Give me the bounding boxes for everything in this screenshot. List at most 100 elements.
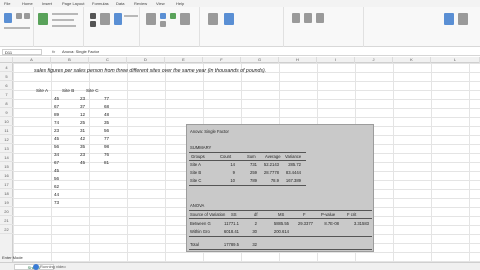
site-b-cell: 25 bbox=[80, 120, 86, 125]
site-a-cell: 67 bbox=[54, 104, 60, 109]
row-header[interactable]: 13 bbox=[0, 144, 13, 153]
row-header[interactable]: 18 bbox=[0, 189, 13, 198]
anova-header-p-value: P-value bbox=[321, 212, 336, 217]
tab-home[interactable]: Home bbox=[22, 1, 33, 6]
anova-ms: 5885.55 bbox=[273, 221, 289, 226]
anova-body-rule bbox=[189, 236, 372, 237]
text-to-columns-icon[interactable] bbox=[146, 13, 156, 25]
formula-bar: D11 fx Anova: Single Factor bbox=[0, 48, 480, 56]
tab-view[interactable]: View bbox=[156, 1, 165, 6]
anova-header-f-crit: F crit bbox=[347, 212, 357, 217]
ribbon-group-get-data bbox=[0, 7, 34, 47]
tab-page-layout[interactable]: Page Layout bbox=[62, 1, 84, 6]
anova-source: Within Gro bbox=[190, 229, 210, 234]
ribbon-group-forecast bbox=[200, 7, 284, 47]
solver-icon[interactable] bbox=[458, 13, 468, 25]
site-c-cell: 68 bbox=[104, 104, 110, 109]
group-icon[interactable] bbox=[292, 13, 300, 23]
ribbon bbox=[0, 7, 480, 47]
tab-data[interactable]: Data bbox=[116, 1, 124, 6]
fx-icon[interactable]: fx bbox=[52, 49, 55, 54]
get-data-icon[interactable] bbox=[4, 13, 12, 23]
site-b-cell: 42 bbox=[80, 136, 86, 141]
intro-text: sales figures per sales person from thre… bbox=[34, 68, 267, 74]
subtotal-icon[interactable] bbox=[316, 13, 324, 23]
row-header[interactable]: 17 bbox=[0, 180, 13, 189]
site-b-cell: 35 bbox=[80, 144, 86, 149]
sort-az-icon[interactable] bbox=[90, 13, 96, 19]
summary-header-sum: Sum bbox=[247, 154, 256, 159]
row-header[interactable]: 15 bbox=[0, 162, 13, 171]
summary-count: 10 bbox=[230, 178, 235, 183]
anova-bottom-rule bbox=[189, 249, 372, 250]
forecast-sheet-icon[interactable] bbox=[224, 13, 234, 25]
anova-header-ss: SS bbox=[231, 212, 237, 217]
row-header[interactable]: 7 bbox=[0, 90, 13, 99]
remove-duplicates-icon[interactable] bbox=[160, 21, 166, 27]
consolidate-icon[interactable] bbox=[180, 13, 190, 25]
row-header[interactable]: 12 bbox=[0, 135, 13, 144]
summary-variance: 83.4444 bbox=[285, 170, 301, 175]
data-analysis-icon[interactable] bbox=[444, 13, 454, 25]
summary-top-rule bbox=[189, 152, 306, 153]
row-header[interactable]: 11 bbox=[0, 126, 13, 135]
summary-variance: 167.389 bbox=[285, 178, 301, 183]
site-a-cell: 34 bbox=[54, 152, 60, 157]
formula-input[interactable]: Anova: Single Factor bbox=[62, 49, 472, 55]
clear-line bbox=[124, 15, 138, 17]
ungroup-icon[interactable] bbox=[304, 13, 312, 23]
tab-insert[interactable]: Insert bbox=[42, 1, 52, 6]
site-c-cell: 35 bbox=[104, 120, 110, 125]
row-header[interactable]: 9 bbox=[0, 108, 13, 117]
header-site-a: Site A bbox=[36, 88, 49, 93]
play-icon[interactable] bbox=[33, 264, 39, 270]
row-header[interactable]: 19 bbox=[0, 198, 13, 207]
what-if-icon[interactable] bbox=[208, 13, 218, 25]
properties-line bbox=[52, 19, 74, 21]
row-header[interactable]: 16 bbox=[0, 171, 13, 180]
summary-group: Site B bbox=[190, 170, 202, 175]
ribbon-tab-strip: File Home Insert Page Layout Formulas Da… bbox=[0, 0, 480, 7]
summary-sum: 789 bbox=[250, 178, 257, 183]
site-a-cell: 89 bbox=[54, 112, 60, 117]
status-text: Enter Mode bbox=[2, 255, 23, 260]
edit-links-line bbox=[52, 25, 76, 27]
row-header[interactable]: 22 bbox=[0, 225, 13, 234]
tab-review[interactable]: Review bbox=[134, 1, 147, 6]
anova-output[interactable]: Anova: Single Factor SUMMARY Groups Coun… bbox=[186, 124, 374, 252]
site-a-cell: 74 bbox=[54, 120, 60, 125]
anova-header-df: df bbox=[254, 212, 258, 217]
anova-f-crit: 3.31583 bbox=[353, 221, 369, 226]
row-header[interactable]: 21 bbox=[0, 216, 13, 225]
filter-icon[interactable] bbox=[114, 13, 122, 25]
tab-file[interactable]: File bbox=[4, 1, 10, 6]
name-box[interactable]: D11 bbox=[2, 49, 42, 55]
video-label: Running video bbox=[40, 264, 66, 269]
anova-total-df: 32 bbox=[252, 242, 257, 247]
row-header[interactable]: 20 bbox=[0, 207, 13, 216]
ribbon-group-analysis bbox=[364, 7, 480, 47]
site-b-cell: 23 bbox=[80, 152, 86, 157]
row-header[interactable]: 14 bbox=[0, 153, 13, 162]
site-b-cell: 12 bbox=[80, 112, 86, 117]
flash-fill-icon[interactable] bbox=[160, 13, 166, 19]
row-header[interactable]: 6 bbox=[0, 81, 13, 90]
site-b-cell: 45 bbox=[80, 160, 86, 165]
site-a-cell: 73 bbox=[54, 200, 60, 205]
summary-label: SUMMARY bbox=[190, 145, 212, 150]
from-web-icon[interactable] bbox=[24, 13, 30, 19]
tab-formulas[interactable]: Formulas bbox=[92, 1, 109, 6]
row-header[interactable]: 8 bbox=[0, 99, 13, 108]
ribbon-group-sort-filter bbox=[84, 7, 140, 47]
summary-sum: 259 bbox=[250, 170, 257, 175]
row-header[interactable]: 4 bbox=[0, 63, 13, 72]
sort-za-icon[interactable] bbox=[90, 21, 96, 27]
from-text-icon[interactable] bbox=[16, 13, 22, 19]
row-header[interactable]: 5 bbox=[0, 72, 13, 81]
tab-help[interactable]: Help bbox=[176, 1, 184, 6]
refresh-all-icon[interactable] bbox=[38, 13, 48, 25]
row-header[interactable]: 10 bbox=[0, 117, 13, 126]
site-a-cell: 45 bbox=[54, 136, 60, 141]
sort-icon[interactable] bbox=[100, 13, 110, 25]
data-validation-icon[interactable] bbox=[170, 13, 176, 19]
